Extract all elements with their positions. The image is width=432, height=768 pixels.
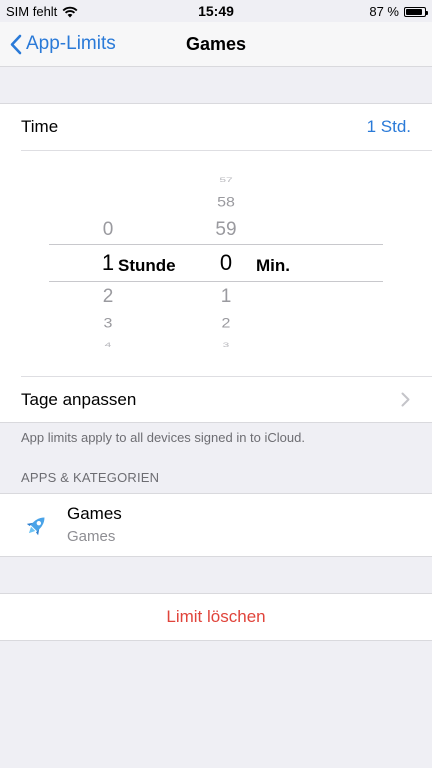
app-item-title: Games [67, 504, 122, 523]
time-row[interactable]: Time 1 Std. [0, 104, 432, 150]
battery-group: 87 % [369, 4, 428, 19]
delete-section: Limit löschen [0, 593, 432, 641]
time-limit-section: Time 1 Std. 0 1 Stunde 2 3 4 57 58 59 0 … [0, 103, 432, 423]
apps-section: Games Games [0, 493, 432, 557]
battery-icon [404, 6, 428, 17]
battery-level [406, 8, 422, 15]
time-row-value: 1 Std. [366, 117, 411, 136]
chevron-right-icon [401, 392, 410, 407]
status-bar: SIM fehlt 15:49 87 % [0, 0, 432, 22]
list-item[interactable]: Games Games [0, 494, 432, 556]
picker-minute-above-2[interactable]: 58 [202, 195, 250, 210]
picker-minute-selected[interactable]: 0 [202, 250, 250, 276]
status-time: 15:49 [198, 3, 234, 19]
picker-minute-below-3[interactable]: 3 [202, 341, 250, 349]
back-button-label: App-Limits [26, 33, 116, 54]
picker-minute-below-2[interactable]: 2 [202, 316, 250, 331]
chevron-left-icon [10, 34, 22, 54]
picker-minute-unit: Min. [256, 256, 290, 275]
rocket-icon [26, 517, 45, 536]
customize-days-row[interactable]: Tage anpassen [0, 377, 432, 423]
battery-percent: 87 % [369, 4, 399, 19]
picker-minute-above-3[interactable]: 57 [202, 176, 250, 184]
picker-hour-unit: Stunde [118, 256, 176, 275]
picker-hour-below-3[interactable]: 4 [84, 341, 132, 349]
icloud-footnote: App limits apply to all devices signed i… [21, 430, 305, 445]
customize-days-label: Tage anpassen [21, 390, 137, 409]
navigation-bar: App-Limits Games [0, 22, 432, 67]
apps-section-header: APPS & KATEGORIEN [21, 470, 160, 485]
duration-picker[interactable]: 0 1 Stunde 2 3 4 57 58 59 0 Min. 1 2 3 [0, 151, 432, 375]
picker-hour-above[interactable]: 0 [84, 219, 132, 241]
app-item-subtitle: Games [67, 528, 116, 545]
picker-minute-above-1[interactable]: 59 [202, 219, 250, 241]
delete-limit-button[interactable]: Limit löschen [0, 594, 432, 640]
back-button[interactable]: App-Limits [10, 22, 116, 66]
picker-minute-below-1[interactable]: 1 [202, 286, 250, 308]
time-row-label: Time [21, 117, 59, 136]
picker-hour-below-2[interactable]: 3 [84, 316, 132, 331]
picker-hour-below-1[interactable]: 2 [84, 286, 132, 308]
